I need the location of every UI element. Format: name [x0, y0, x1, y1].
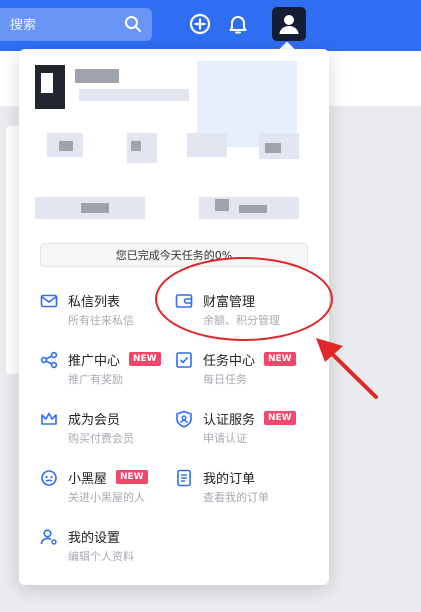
menu-item-title: 推广中心	[68, 354, 121, 369]
menu-item-subtitle: 编辑个人资料	[68, 550, 134, 563]
menu-item-messages[interactable]: 私信列表 所有往来私信	[40, 290, 180, 334]
menu-item-title: 任务中心	[203, 354, 256, 369]
menu-item-orders[interactable]: 我的订单 查看我的订单	[175, 467, 315, 511]
menu-item-subtitle: 推广有奖励	[68, 373, 123, 386]
user-settings-icon	[40, 529, 57, 545]
search-box[interactable]	[0, 8, 152, 41]
new-badge: NEW	[129, 352, 161, 366]
task-progress-text: 您已完成今天任务的0%	[115, 249, 233, 262]
search-input[interactable]	[10, 14, 110, 36]
search-icon[interactable]	[124, 15, 142, 33]
menu-item-verification[interactable]: 认证服务 NEW 申请认证	[175, 408, 315, 452]
menu-item-subtitle: 查看我的订单	[203, 491, 269, 504]
ghost-icon	[41, 470, 57, 486]
menu-item-title: 我的订单	[203, 472, 256, 487]
shield-user-icon	[176, 410, 192, 428]
menu-item-title: 小黑屋	[68, 472, 108, 487]
user-avatar-button[interactable]	[272, 7, 306, 41]
new-badge: NEW	[264, 411, 296, 425]
menu-item-subtitle: 余额、积分管理	[203, 314, 280, 327]
menu-item-title: 我的设置	[68, 531, 121, 546]
crown-icon	[41, 412, 57, 425]
bell-icon[interactable]	[226, 12, 250, 36]
menu-item-title: 私信列表	[68, 295, 121, 310]
new-badge: NEW	[116, 470, 148, 484]
wallet-icon	[175, 294, 193, 308]
menu-item-title: 财富管理	[203, 295, 256, 310]
menu-item-settings[interactable]: 我的设置 编辑个人资料	[40, 526, 180, 570]
top-nav-bar	[0, 0, 421, 51]
user-dropdown-panel: 您已完成今天任务的0% 私信列表 所有往来私信 财富管理 余额、积分管理 推广中…	[19, 49, 329, 585]
share-icon	[40, 351, 58, 369]
menu-item-title: 认证服务	[203, 413, 256, 428]
task-progress-bar: 您已完成今天任务的0%	[40, 243, 308, 267]
checkbox-icon	[176, 352, 192, 368]
menu-item-blacklist[interactable]: 小黑屋 NEW 关进小黑屋的人	[40, 467, 180, 511]
menu-item-title: 成为会员	[68, 413, 121, 428]
menu-item-membership[interactable]: 成为会员 购买付费会员	[40, 408, 180, 452]
menu-item-tasks[interactable]: 任务中心 NEW 每日任务	[175, 349, 315, 393]
plus-circle-icon[interactable]	[188, 12, 212, 36]
menu-item-subtitle: 申请认证	[203, 432, 247, 445]
envelope-icon	[40, 294, 58, 308]
menu-item-subtitle: 所有往来私信	[68, 314, 134, 327]
document-icon	[177, 469, 191, 487]
menu-item-subtitle: 购买付费会员	[68, 432, 134, 445]
menu-item-subtitle: 每日任务	[203, 373, 247, 386]
menu-item-wealth[interactable]: 财富管理 余额、积分管理	[175, 290, 315, 334]
new-badge: NEW	[264, 352, 296, 366]
menu-item-subtitle: 关进小黑屋的人	[68, 491, 145, 504]
menu-item-promotion[interactable]: 推广中心 NEW 推广有奖励	[40, 349, 180, 393]
user-icon	[279, 15, 299, 34]
